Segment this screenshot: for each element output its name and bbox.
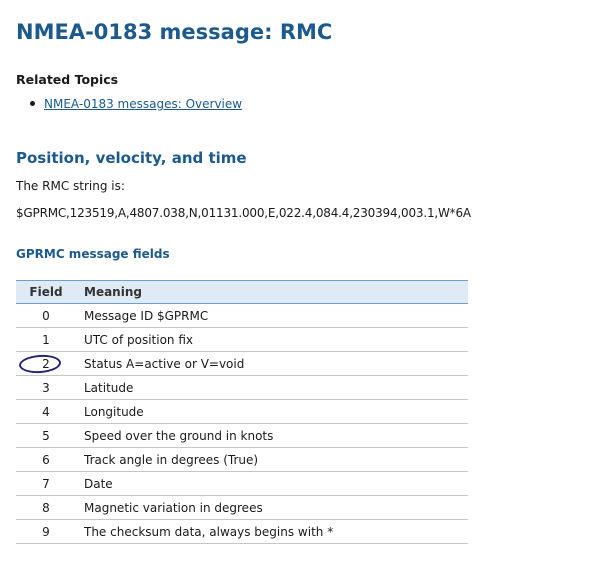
table-row: 9 The checksum data, always begins with …	[16, 519, 468, 544]
related-topics-list: NMEA-0183 messages: Overview	[30, 97, 242, 111]
bullet-icon	[30, 101, 35, 106]
field-column-header: Field	[16, 280, 76, 304]
table-row: 2 Status A=active or V=void	[16, 351, 468, 376]
field-meaning: UTC of position fix	[76, 327, 468, 352]
table-row: 5 Speed over the ground in knots	[16, 423, 468, 448]
table-row: 3 Latitude	[16, 375, 468, 400]
field-meaning: Magnetic variation in degrees	[76, 495, 468, 520]
page-title: NMEA-0183 message: RMC	[16, 20, 333, 44]
section-heading: Position, velocity, and time	[16, 149, 247, 167]
related-topics-heading: Related Topics	[16, 72, 119, 87]
field-meaning: Message ID $GPRMC	[76, 303, 468, 328]
table-row: 8 Magnetic variation in degrees	[16, 495, 468, 520]
field-number: 7	[16, 471, 76, 496]
intro-text: The RMC string is:	[16, 179, 125, 193]
table-row: 6 Track angle in degrees (True)	[16, 447, 468, 472]
example-sentence: $GPRMC,123519,A,4807.038,N,01131.000,E,0…	[16, 206, 471, 220]
field-meaning: The checksum data, always begins with *	[76, 519, 468, 544]
fields-table: Field Meaning 0 Message ID $GPRMC 1 UTC …	[16, 280, 468, 544]
field-meaning: Track angle in degrees (True)	[76, 447, 468, 472]
meaning-column-header: Meaning	[76, 280, 468, 304]
field-meaning: Latitude	[76, 375, 468, 400]
table-row: 0 Message ID $GPRMC	[16, 303, 468, 328]
field-number: 4	[16, 399, 76, 424]
field-number: 9	[16, 519, 76, 544]
field-meaning: Speed over the ground in knots	[76, 423, 468, 448]
table-row: 4 Longitude	[16, 399, 468, 424]
fields-table-heading: GPRMC message fields	[16, 247, 170, 261]
field-number: 0	[16, 303, 76, 328]
field-number: 5	[16, 423, 76, 448]
table-row: 7 Date	[16, 471, 468, 496]
field-number: 8	[16, 495, 76, 520]
field-number: 1	[16, 327, 76, 352]
field-number: 6	[16, 447, 76, 472]
table-row: 1 UTC of position fix	[16, 327, 468, 352]
table-header-row: Field Meaning	[16, 280, 468, 304]
field-meaning: Longitude	[76, 399, 468, 424]
field-number: 3	[16, 375, 76, 400]
field-meaning: Status A=active or V=void	[76, 351, 468, 376]
field-meaning: Date	[76, 471, 468, 496]
overview-link[interactable]: NMEA-0183 messages: Overview	[44, 97, 242, 111]
